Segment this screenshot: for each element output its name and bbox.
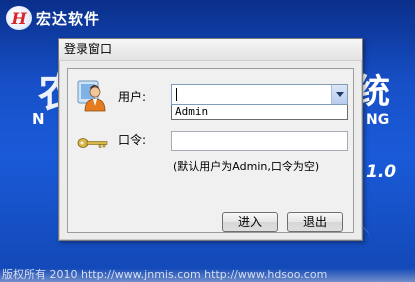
default-login-hint: (默认用户为Admin,口令为空) — [173, 160, 320, 173]
text-cursor — [176, 88, 177, 101]
splash-footer: 版权所有 2010 http://www.jnmis.com http://ww… — [0, 268, 415, 282]
logo-mark: H — [6, 6, 32, 30]
user-label: 用户: — [118, 90, 147, 104]
key-icon — [77, 138, 108, 148]
user-dropdown-button[interactable] — [331, 85, 347, 104]
footer-text: 版权所有 2010 http://www.jnmis.com http://ww… — [2, 268, 328, 281]
password-label: 口令: — [118, 133, 147, 147]
exit-button[interactable]: 退出 — [287, 212, 343, 232]
splash-subtitle-left: N — [32, 110, 46, 128]
splash-version: 1.0 — [366, 162, 397, 182]
user-dropdown-list: Admin — [171, 105, 348, 120]
dialog-titlebar[interactable]: 登录窗口 — [59, 39, 362, 61]
dialog-title: 登录窗口 — [64, 42, 113, 56]
password-input[interactable] — [171, 131, 348, 151]
login-dialog: 登录窗口 用户: Admin 口令: (默认用户为Admin,口令为空) 进入 … — [58, 38, 363, 241]
login-button[interactable]: 进入 — [222, 212, 278, 232]
company-name: 宏达软件 — [36, 9, 101, 28]
dialog-body: 用户: Admin 口令: (默认用户为Admin,口令为空) 进入 退出 — [67, 68, 354, 233]
dropdown-option-admin[interactable]: Admin — [175, 105, 208, 119]
user-combobox[interactable] — [171, 84, 348, 105]
splash-subtitle-right: NG — [366, 112, 390, 128]
user-icon — [77, 80, 106, 112]
chevron-down-icon — [335, 92, 344, 97]
company-logo: H 宏达软件 — [6, 6, 100, 30]
